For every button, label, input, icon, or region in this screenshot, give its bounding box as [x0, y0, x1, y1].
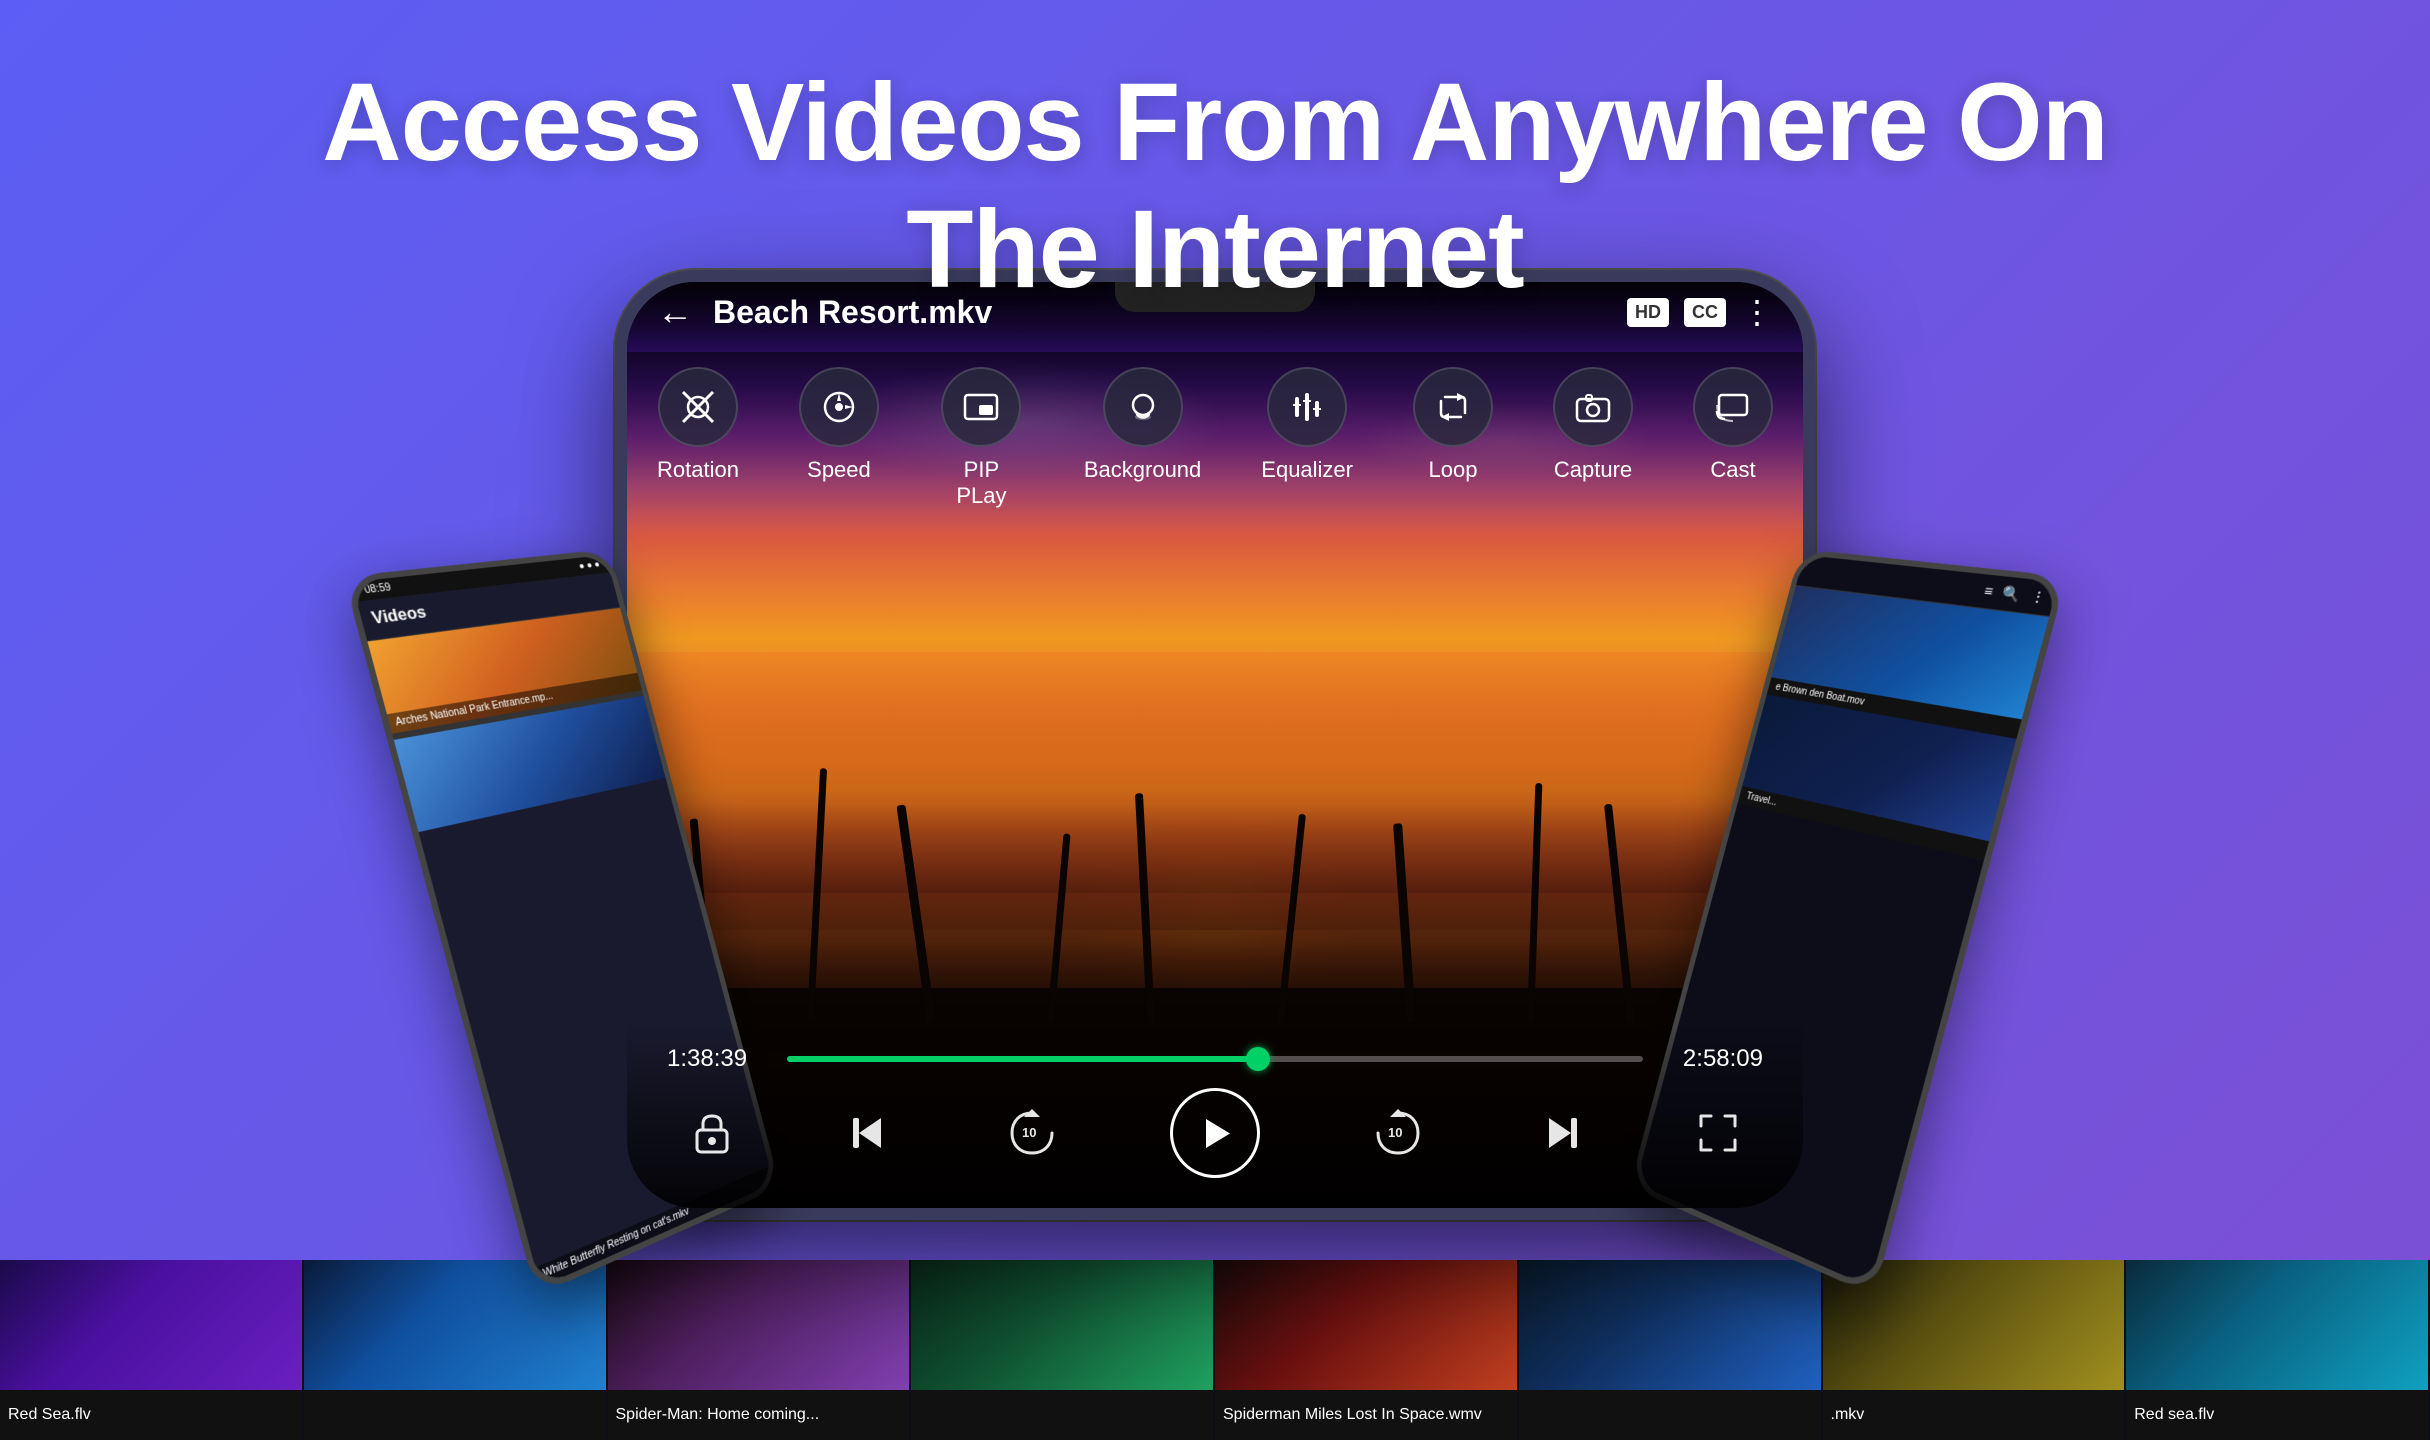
feature-background[interactable]: Background — [1084, 367, 1201, 509]
film-item-2[interactable] — [304, 1260, 608, 1440]
player-bottom: 1:38:39 2:58:09 — [627, 1025, 1803, 1208]
film-title-1: Red Sea.flv — [8, 1406, 91, 1424]
pip-icon-circle — [941, 367, 1021, 447]
progress-row: 1:38:39 2:58:09 — [667, 1045, 1763, 1073]
feature-icons-row: Rotation Speed — [627, 352, 1803, 524]
lock-button[interactable] — [687, 1108, 737, 1158]
equalizer-icon-circle — [1267, 367, 1347, 447]
film-thumb-3 — [608, 1260, 910, 1390]
loop-label: Loop — [1429, 457, 1478, 483]
film-thumb-8 — [2126, 1260, 2428, 1390]
feature-pip[interactable]: PIP PLay — [939, 367, 1024, 509]
film-item-3[interactable]: Spider-Man: Home coming... — [608, 1260, 912, 1440]
main-phone: ← Beach Resort.mkv HD CC ⋮ — [615, 270, 1815, 1220]
capture-icon-circle — [1553, 367, 1633, 447]
film-thumb-5 — [1215, 1260, 1517, 1390]
svg-text:10: 10 — [1022, 1125, 1036, 1140]
background-label: Background — [1084, 457, 1201, 483]
film-item-5[interactable]: Spiderman Miles Lost In Space.wmv — [1215, 1260, 1519, 1440]
rotation-icon-circle — [658, 367, 738, 447]
next-button[interactable] — [1535, 1108, 1585, 1158]
current-time: 1:38:39 — [667, 1045, 767, 1073]
cast-icon-circle — [1693, 367, 1773, 447]
speed-icon-circle — [799, 367, 879, 447]
filmstrip: Red Sea.flv Spider-Man: Home coming... S… — [0, 1260, 2430, 1440]
film-title-5: Spiderman Miles Lost In Space.wmv — [1223, 1406, 1482, 1424]
pip-label: PIP PLay — [939, 457, 1024, 509]
equalizer-label: Equalizer — [1261, 457, 1353, 483]
capture-label: Capture — [1554, 457, 1632, 483]
film-thumb-4 — [911, 1260, 1213, 1390]
feature-cast[interactable]: Cast — [1693, 367, 1773, 509]
replay10-button[interactable]: 10 — [1002, 1103, 1062, 1163]
progress-bar[interactable] — [787, 1056, 1643, 1062]
feature-equalizer[interactable]: Equalizer — [1261, 367, 1353, 509]
total-time: 2:58:09 — [1663, 1045, 1763, 1073]
fullscreen-button[interactable] — [1693, 1108, 1743, 1158]
speed-label: Speed — [807, 457, 871, 483]
loop-icon-circle — [1413, 367, 1493, 447]
forward10-button[interactable]: 10 — [1368, 1103, 1428, 1163]
film-item-8[interactable]: Red sea.flv — [2126, 1260, 2430, 1440]
film-thumb-1 — [0, 1260, 302, 1390]
previous-button[interactable] — [845, 1108, 895, 1158]
film-title-7: .mkv — [1831, 1406, 1865, 1424]
film-thumb-6 — [1519, 1260, 1821, 1390]
playback-controls: 10 10 — [667, 1088, 1763, 1178]
play-button[interactable] — [1170, 1088, 1260, 1178]
feature-rotation[interactable]: Rotation — [657, 367, 739, 509]
film-title-3: Spider-Man: Home coming... — [616, 1406, 820, 1424]
film-title-8: Red sea.flv — [2134, 1406, 2214, 1424]
cast-label: Cast — [1710, 457, 1755, 483]
film-item-4[interactable] — [911, 1260, 1215, 1440]
video-player: ← Beach Resort.mkv HD CC ⋮ — [627, 282, 1803, 1208]
background-icon-circle — [1103, 367, 1183, 447]
film-item-1[interactable]: Red Sea.flv — [0, 1260, 304, 1440]
phone-wrapper: 08:59 ● ● ● Videos Arches National Park … — [615, 270, 1815, 1220]
feature-loop[interactable]: Loop — [1413, 367, 1493, 509]
progress-thumb[interactable] — [1246, 1047, 1270, 1071]
rotation-label: Rotation — [657, 457, 739, 483]
header-section: Access Videos From Anywhere On The Inter… — [0, 0, 2430, 313]
feature-capture[interactable]: Capture — [1553, 367, 1633, 509]
film-item-6[interactable] — [1519, 1260, 1823, 1440]
svg-text:10: 10 — [1388, 1125, 1402, 1140]
page-title: Access Videos From Anywhere On The Inter… — [0, 60, 2430, 313]
film-item-7[interactable]: .mkv — [1823, 1260, 2127, 1440]
feature-speed[interactable]: Speed — [799, 367, 879, 509]
progress-fill — [787, 1056, 1258, 1062]
